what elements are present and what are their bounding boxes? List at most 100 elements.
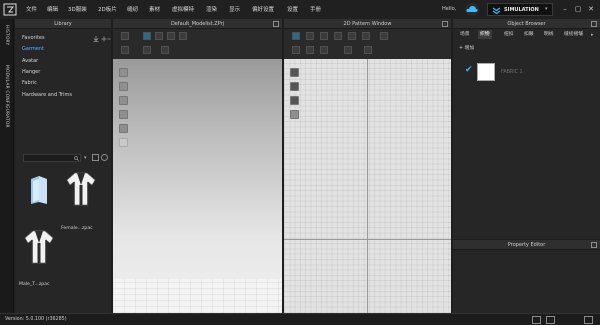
library-item-fabric[interactable]: Fabric — [22, 80, 37, 86]
menu-bar: 文件 编辑 3D服装 2D板片 缝纫 素材 虚拟模特 渲染 显示 偏好设置 设置… — [0, 0, 600, 19]
2d-viewport[interactable] — [284, 59, 451, 313]
menu-materials[interactable]: 素材 — [149, 5, 160, 13]
add-fabric-button[interactable]: + 增加 — [459, 44, 474, 51]
tool-free-sewing-icon[interactable] — [306, 46, 314, 54]
status-bar: Version: 5.0.100 (r36285) — [0, 313, 600, 325]
grid-view-icon[interactable] — [92, 154, 99, 161]
menu-file[interactable]: 文件 — [26, 5, 37, 13]
filter-dropdown-icon[interactable]: ▾ — [84, 155, 87, 161]
3d-viewport[interactable] — [113, 59, 282, 313]
remove-icon[interactable] — [107, 36, 111, 42]
view-hide-icon[interactable] — [290, 82, 299, 91]
shirt-icon — [24, 230, 54, 264]
checkmark-icon: ✔ — [465, 65, 473, 75]
tab-scene[interactable]: 场景 — [458, 30, 472, 39]
view-avatar-icon[interactable] — [119, 68, 128, 77]
layout-toggle-icon[interactable] — [532, 316, 541, 324]
tool-polygon-icon[interactable] — [334, 32, 342, 40]
view-fabric-icon[interactable] — [119, 124, 128, 133]
tool-fold-line-icon[interactable] — [364, 46, 372, 54]
library-item-garment[interactable]: Garment — [22, 46, 44, 52]
view-mesh-icon[interactable] — [119, 138, 128, 147]
maximize-icon[interactable]: ▢ — [573, 4, 583, 14]
download-icon[interactable] — [93, 36, 99, 42]
menu-manual[interactable]: 手册 — [310, 5, 321, 13]
cloud-sync-button[interactable] — [465, 3, 479, 16]
menu-settings[interactable]: 设置 — [287, 5, 298, 13]
library-search-input[interactable] — [23, 154, 81, 162]
app-logo-icon — [3, 3, 17, 16]
library-thumb-male[interactable]: Male_T...zpac — [19, 227, 65, 291]
view-texture-icon[interactable] — [119, 110, 128, 119]
tool-avatar-select-icon[interactable] — [121, 32, 129, 40]
menu-2d-pattern[interactable]: 2D板片 — [98, 5, 117, 13]
tool-edit-curve-icon[interactable] — [320, 32, 328, 40]
menu-edit[interactable]: 编辑 — [47, 5, 58, 13]
tool-edit-pattern-icon[interactable] — [306, 32, 314, 40]
2d-axis-vertical — [367, 59, 368, 313]
tabs-overflow-icon[interactable]: ▸ — [591, 32, 594, 38]
menu-preferences[interactable]: 偏好设置 — [252, 5, 274, 13]
refresh-icon[interactable] — [101, 154, 108, 161]
popout-icon[interactable] — [442, 21, 448, 27]
simulation-icon — [492, 7, 501, 14]
chevron-down-icon[interactable]: ▾ — [545, 6, 548, 12]
popout-icon[interactable] — [591, 21, 597, 27]
library-item-favorites[interactable]: Favorites — [22, 35, 45, 41]
menu-sewing[interactable]: 缝纫 — [127, 5, 138, 13]
tool-fold-icon[interactable] — [179, 32, 187, 40]
3d-window-title: Default_Modelist.ZPrj — [113, 19, 282, 29]
tool-tack-icon[interactable] — [143, 46, 151, 54]
menu-display[interactable]: 显示 — [229, 5, 240, 13]
tool-circle-icon[interactable] — [362, 32, 370, 40]
tool-transform-icon[interactable] — [167, 32, 175, 40]
2d-pattern-window: 2D Pattern Window — [284, 19, 451, 313]
tool-segment-sewing-icon[interactable] — [292, 46, 300, 54]
popout-icon[interactable] — [273, 21, 279, 27]
tool-rectangle-icon[interactable] — [348, 32, 356, 40]
tab-button[interactable]: 纽扣 — [502, 30, 516, 39]
tool-transform-pattern-icon[interactable] — [292, 32, 300, 40]
menu-render[interactable]: 渲染 — [206, 5, 217, 13]
object-browser-title: Object Browser — [453, 19, 600, 29]
object-browser-panel: Object Browser 场景 织物 纽扣 扣眼 明线 缝纫褶皱 ▸ + 增… — [453, 19, 600, 239]
tool-pin-icon[interactable] — [121, 46, 129, 54]
view-pose-icon[interactable] — [119, 96, 128, 105]
tab-topstitch[interactable]: 明线 — [542, 30, 556, 39]
view-skin-icon[interactable] — [119, 82, 128, 91]
2d-axis-horizontal — [284, 239, 451, 240]
tool-add-point-icon[interactable] — [380, 32, 388, 40]
shirt-icon — [66, 172, 96, 206]
simulation-toggle[interactable]: SIMULATION ▾ — [487, 3, 553, 16]
tool-edit-sewing-icon[interactable] — [320, 46, 328, 54]
3d-floor-grid — [113, 279, 282, 313]
fullscreen-icon[interactable] — [584, 316, 593, 324]
view-zoom-icon[interactable] — [290, 96, 299, 105]
close-icon[interactable]: ✕ — [586, 4, 596, 14]
view-pattern-icon[interactable] — [290, 68, 299, 77]
tab-buttonhole[interactable]: 扣眼 — [522, 30, 536, 39]
simulation-label: SIMULATION — [504, 7, 539, 13]
library-item-hardware[interactable]: Hardware and Trims — [22, 92, 72, 98]
view-texture-2d-icon[interactable] — [290, 110, 299, 119]
library-thumb-folder[interactable]: .. — [19, 169, 59, 233]
menu-avatar[interactable]: 虚拟模特 — [172, 5, 194, 13]
fabric-swatch[interactable] — [477, 63, 495, 81]
tool-select-mesh-icon[interactable] — [155, 32, 163, 40]
tool-steam-icon[interactable] — [161, 46, 169, 54]
tool-elastic-icon[interactable] — [344, 46, 352, 54]
library-item-avatar[interactable]: Avatar — [22, 58, 38, 64]
menu-3d-garment[interactable]: 3D服装 — [68, 5, 87, 13]
tool-select-move-icon[interactable] — [143, 32, 151, 40]
library-thumb-female[interactable]: Female...zpac — [61, 169, 107, 233]
modular-configurator-tab[interactable]: MODULAR CONFIGURATOR — [4, 65, 9, 128]
history-tab[interactable]: HISTORY — [4, 25, 9, 45]
popout-icon[interactable] — [591, 242, 597, 248]
minimize-icon[interactable]: – — [560, 4, 570, 14]
tab-fabric[interactable]: 织物 — [478, 30, 492, 39]
property-editor-panel: Property Editor — [453, 240, 600, 313]
layout-split-icon[interactable] — [546, 316, 555, 324]
library-item-hanger[interactable]: Hanger — [22, 69, 40, 75]
fabric-name[interactable]: FABRIC 1 — [501, 70, 523, 75]
tab-shirring[interactable]: 缝纫褶皱 — [562, 30, 585, 39]
